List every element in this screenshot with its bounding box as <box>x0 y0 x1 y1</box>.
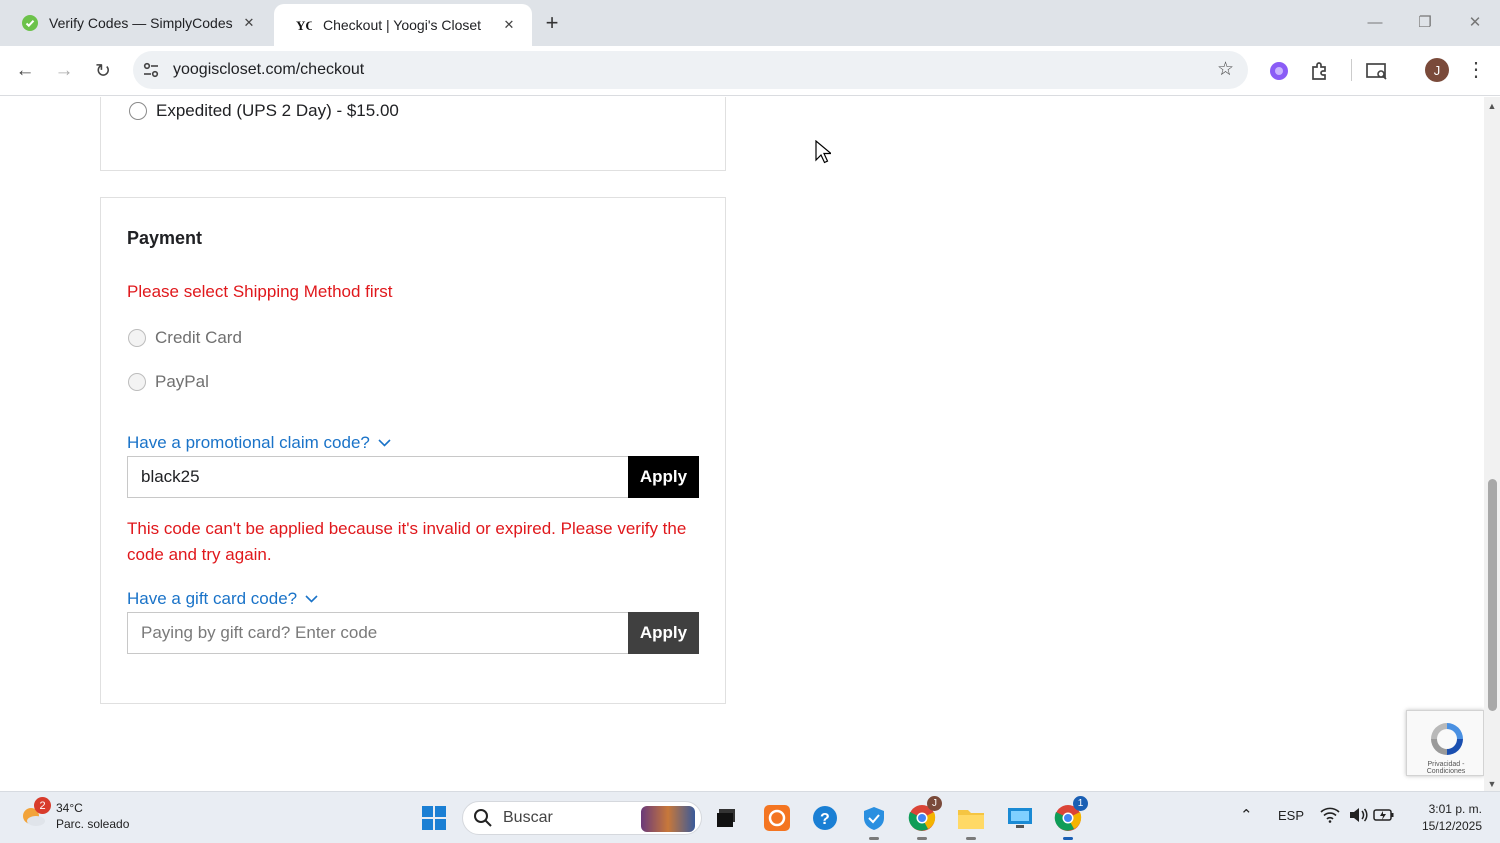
url-text: yoogiscloset.com/checkout <box>173 61 365 78</box>
scroll-down-icon[interactable]: ▼ <box>1487 779 1497 789</box>
notification-badge: 1 <box>1073 796 1088 811</box>
promo-toggle-label: Have a promotional claim code? <box>127 433 370 452</box>
system-clock[interactable]: 3:01 p. m. 15/12/2025 <box>1406 801 1482 835</box>
windows-taskbar: 2 34°C Parc. soleado Buscar ? J 1 ⌃ ESP … <box>0 791 1500 843</box>
profile-avatar[interactable]: J <box>1425 58 1449 82</box>
back-icon[interactable]: ← <box>10 56 40 86</box>
tab-title: Verify Codes — SimplyCodes <box>49 15 233 31</box>
payment-method-paypal[interactable]: PayPal <box>128 372 209 392</box>
gift-toggle-label: Have a gift card code? <box>127 589 298 608</box>
simplycodes-favicon-icon <box>22 15 38 31</box>
weather-widget[interactable]: 2 34°C Parc. soleado <box>18 797 130 832</box>
extensions-puzzle-icon[interactable] <box>1304 56 1334 86</box>
chrome-icon[interactable]: 1 <box>1052 796 1088 840</box>
checkout-page: Expedited (UPS 2 Day) - $15.00 Payment P… <box>0 97 1484 791</box>
svg-text:YC: YC <box>296 18 312 33</box>
tab-simplycodes[interactable]: Verify Codes — SimplyCodes ✕ <box>0 0 272 46</box>
search-highlight-image <box>641 806 695 832</box>
promo-code-toggle[interactable]: Have a promotional claim code? <box>127 433 391 453</box>
page-scrollbar[interactable]: ▲ ▼ <box>1484 97 1500 791</box>
shipping-option-expedited[interactable]: Expedited (UPS 2 Day) - $15.00 <box>129 101 399 121</box>
tab-title: Checkout | Yoogi's Closet <box>323 17 482 33</box>
battery-icon[interactable] <box>1373 808 1395 825</box>
promo-code-input[interactable] <box>127 456 629 498</box>
running-indicator <box>966 837 976 840</box>
close-window-icon[interactable]: ✕ <box>1455 8 1495 36</box>
new-tab-button[interactable]: + <box>538 9 566 37</box>
file-explorer-icon[interactable] <box>955 802 987 840</box>
tab-checkout[interactable]: YC Checkout | Yoogi's Closet ✕ <box>274 4 532 46</box>
promo-code-error-message: This code can't be applied because it's … <box>127 519 687 564</box>
shipping-option-label: Expedited (UPS 2 Day) - $15.00 <box>156 101 399 120</box>
minimize-icon[interactable]: — <box>1355 8 1395 36</box>
close-tab-icon[interactable]: ✕ <box>240 14 258 32</box>
browser-menu-icon[interactable]: ⋮ <box>1466 57 1486 83</box>
payment-card: Payment Please select Shipping Method fi… <box>100 197 726 704</box>
radio-button[interactable] <box>129 102 147 120</box>
remote-desktop-icon[interactable] <box>1004 802 1036 834</box>
windows-start-icon[interactable] <box>421 805 447 831</box>
taskbar-search[interactable]: Buscar <box>462 801 702 835</box>
scroll-up-icon[interactable]: ▲ <box>1487 101 1497 111</box>
recaptcha-footer[interactable]: Privacidad - Condiciones <box>1409 761 1483 775</box>
chevron-down-icon <box>378 439 391 447</box>
clock-date: 15/12/2025 <box>1421 819 1482 833</box>
radio-button[interactable] <box>128 373 146 391</box>
shield-icon[interactable] <box>858 802 890 840</box>
radio-button[interactable] <box>128 329 146 347</box>
payment-title: Payment <box>127 228 203 248</box>
language-indicator[interactable]: ESP <box>1278 808 1304 823</box>
gift-card-toggle[interactable]: Have a gift card code? <box>127 589 318 609</box>
tab-search-icon[interactable] <box>1362 56 1392 86</box>
promo-apply-button[interactable]: Apply <box>628 456 699 498</box>
gift-card-apply-button[interactable]: Apply <box>628 612 699 654</box>
task-view-icon[interactable] <box>711 802 743 834</box>
extension-simplycodes-icon[interactable] <box>1264 56 1294 86</box>
payment-method-credit-card[interactable]: Credit Card <box>128 328 242 348</box>
wifi-icon[interactable] <box>1320 807 1340 826</box>
running-indicator <box>869 837 879 840</box>
chrome-profile-icon[interactable]: J <box>906 796 942 840</box>
recaptcha-badge[interactable]: Privacidad - Condiciones <box>1406 710 1484 776</box>
bookmark-star-icon[interactable]: ☆ <box>1217 58 1234 81</box>
tab-strip: Verify Codes — SimplyCodes ✕ YC Checkout… <box>0 0 1500 46</box>
payment-method-label: PayPal <box>155 372 209 391</box>
recaptcha-logo-icon <box>1431 723 1463 755</box>
site-info-icon[interactable] <box>141 60 161 80</box>
mouse-cursor-icon <box>815 140 831 164</box>
chevron-down-icon <box>305 595 318 603</box>
tray-chevron-up-icon[interactable]: ⌃ <box>1240 806 1253 824</box>
running-indicator <box>1063 837 1073 840</box>
toolbar-separator <box>1351 59 1352 81</box>
profile-badge: J <box>927 796 942 811</box>
clock-time: 3:01 p. m. <box>1428 802 1482 816</box>
weather-temperature: 34°C <box>56 801 83 815</box>
help-icon[interactable]: ? <box>809 802 841 834</box>
reload-icon[interactable]: ↻ <box>88 56 118 86</box>
weather-badge: 2 <box>34 797 51 814</box>
gift-card-input[interactable] <box>127 612 629 654</box>
close-tab-icon[interactable]: ✕ <box>500 16 518 34</box>
search-label: Buscar <box>503 809 553 826</box>
svg-text:?: ? <box>820 811 830 828</box>
crunchyroll-icon[interactable] <box>761 802 793 834</box>
restore-icon[interactable]: ❐ <box>1405 8 1445 36</box>
running-indicator <box>917 837 927 840</box>
forward-icon[interactable]: → <box>49 56 79 86</box>
browser-toolbar: ← → ↻ yoogiscloset.com/checkout ☆ <box>0 46 1500 96</box>
volume-icon[interactable] <box>1348 807 1368 826</box>
payment-method-label: Credit Card <box>155 328 242 347</box>
weather-sun-icon: 2 <box>18 797 51 831</box>
payment-error-message: Please select Shipping Method first <box>127 282 393 301</box>
address-bar[interactable]: yoogiscloset.com/checkout ☆ <box>133 51 1248 89</box>
shipping-method-card: Expedited (UPS 2 Day) - $15.00 <box>100 97 726 171</box>
weather-description: Parc. soleado <box>56 817 130 831</box>
scrollbar-thumb[interactable] <box>1488 479 1497 711</box>
yoogis-closet-favicon-icon: YC <box>296 18 312 33</box>
search-icon <box>474 809 492 827</box>
